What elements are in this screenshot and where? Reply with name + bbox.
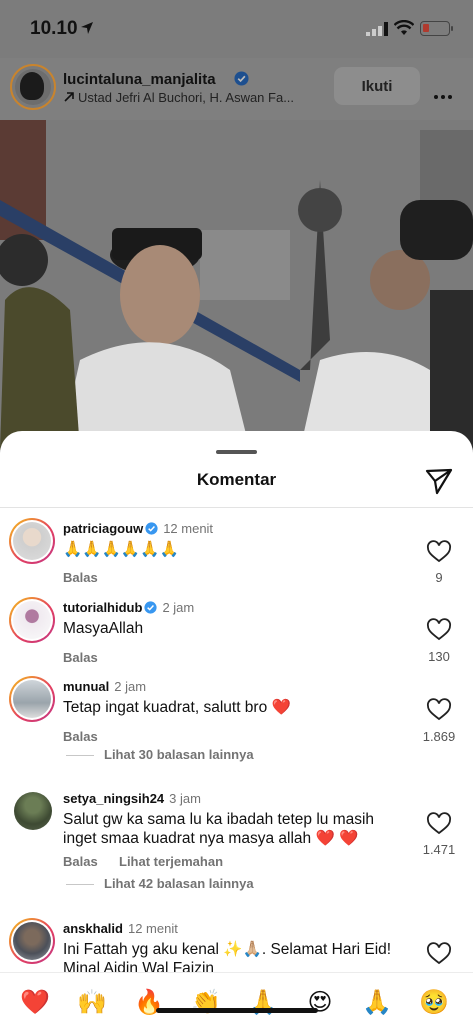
comment-text: MasyaAllah: [63, 620, 144, 637]
commenter-username[interactable]: munual: [63, 679, 109, 694]
battery-icon: [420, 21, 453, 36]
commenter-username[interactable]: tutorialhidub: [63, 600, 142, 615]
comment-time: 12 menit: [163, 521, 214, 536]
sheet-grabber[interactable]: [216, 450, 257, 454]
comment-time: 12 menit: [127, 921, 178, 936]
reply-button[interactable]: Balas: [63, 570, 98, 585]
commenter-avatar[interactable]: [9, 597, 55, 643]
post-subtitle: Ustad Jefri Al Buchori, H. Aswan Fa...: [78, 90, 295, 105]
sheet-divider: [0, 507, 473, 508]
post-music-line[interactable]: Ustad Jefri Al Buchori, H. Aswan Fa...: [63, 90, 323, 105]
like-count: 9: [435, 570, 443, 585]
commenter-avatar[interactable]: [9, 518, 55, 564]
see-translation-button[interactable]: Lihat terjemahan: [119, 854, 223, 869]
post-header: lucintaluna_manjalita Ustad Jefri Al Buc…: [0, 58, 473, 120]
comment-text: 🙏🙏🙏🙏🙏🙏: [63, 541, 179, 558]
heart-outline-icon[interactable]: [426, 540, 452, 564]
view-more-replies[interactable]: Lihat 42 balasan lainnya: [66, 876, 254, 891]
sheet-title: Komentar: [196, 470, 277, 489]
commenter-avatar[interactable]: [14, 792, 52, 830]
commenter-avatar[interactable]: [9, 918, 55, 964]
comment-text: Tetap ingat kuadrat, salutt bro ❤️: [63, 699, 291, 716]
cellular-signal-icon: [366, 22, 388, 36]
view-more-replies-label: Lihat 30 balasan lainnya: [104, 747, 254, 762]
comments-sheet: Komentar patriciagouw 12 menit 🙏🙏🙏🙏🙏🙏 Bal…: [0, 431, 473, 1024]
verified-badge-icon: [145, 522, 158, 535]
emoji-heart[interactable]: ❤️: [18, 987, 52, 1017]
verified-badge-icon: [144, 601, 158, 614]
author-username[interactable]: lucintaluna_manjalita: [63, 71, 216, 88]
commenter-username[interactable]: anskhalid: [63, 921, 123, 936]
post-photo: [0, 120, 473, 450]
location-arrow-icon: [81, 22, 93, 34]
commenter-username[interactable]: patriciagouw: [63, 521, 143, 536]
like-count: 130: [428, 649, 450, 664]
heart-outline-icon[interactable]: [426, 812, 452, 836]
status-bar: 10.10: [0, 0, 473, 58]
commenter-avatar[interactable]: [9, 676, 55, 722]
more-options-icon[interactable]: [434, 86, 458, 99]
comment-time: 2 jam: [162, 600, 195, 615]
reply-button[interactable]: Balas: [63, 729, 98, 744]
view-more-replies-label: Lihat 42 balasan lainnya: [104, 876, 254, 891]
emoji-pleading-face[interactable]: 🥹: [417, 987, 451, 1017]
emoji-raised-hands[interactable]: 🙌: [75, 987, 109, 1017]
comment-time: 2 jam: [114, 679, 147, 694]
heart-outline-icon[interactable]: [426, 618, 452, 642]
status-time: 10.10: [30, 18, 78, 39]
reply-button[interactable]: Balas: [63, 650, 98, 665]
comment-text: Salut gw ka sama lu ka ibadah tetep lu m…: [63, 811, 375, 847]
verified-badge-icon: [234, 71, 249, 86]
wifi-icon: [394, 20, 414, 35]
like-count: 1.869: [422, 729, 456, 744]
emoji-quick-bar: ❤️ 🙌 🔥 👏 🙏 😍 🙏 🥹: [0, 972, 473, 1024]
like-count: 1.471: [422, 842, 456, 857]
follow-button[interactable]: Ikuti: [334, 67, 420, 105]
author-avatar[interactable]: [10, 64, 56, 110]
comment-time: 3 jam: [169, 791, 201, 806]
heart-outline-icon[interactable]: [426, 942, 452, 966]
reply-button[interactable]: Balas: [63, 854, 98, 869]
emoji-pray[interactable]: 🙏: [360, 987, 394, 1017]
arrow-up-right-icon: [64, 92, 74, 102]
commenter-username[interactable]: setya_ningsih24: [63, 791, 164, 806]
heart-outline-icon[interactable]: [426, 698, 452, 722]
home-indicator: [156, 1008, 318, 1013]
share-send-icon[interactable]: [424, 465, 454, 495]
view-more-replies[interactable]: Lihat 30 balasan lainnya: [66, 747, 254, 762]
